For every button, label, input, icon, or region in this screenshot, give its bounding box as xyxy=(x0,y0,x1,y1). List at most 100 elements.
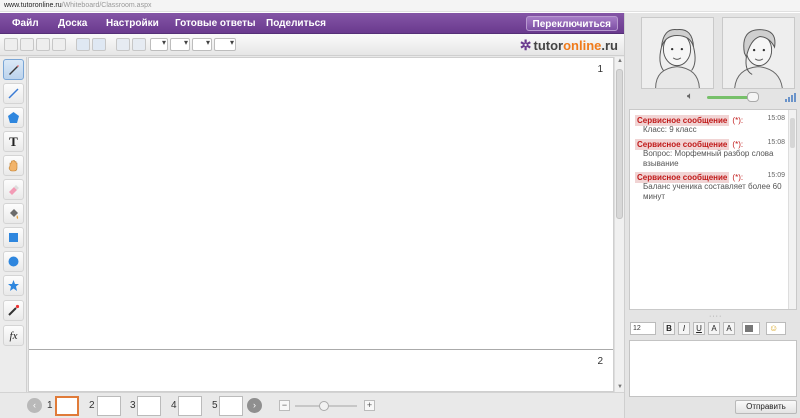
message-time: 15:08 xyxy=(767,139,785,146)
square-tool[interactable] xyxy=(3,227,24,248)
menu-settings[interactable]: Настройки xyxy=(106,13,159,34)
message-text: Баланс ученика составляет более 60 минут xyxy=(643,182,782,201)
laser-pointer-icon xyxy=(8,304,20,316)
logo-mark-icon: ✲ xyxy=(519,37,532,53)
address-bar[interactable]: www.tutoronline.ru/Whiteboard/Classroom.… xyxy=(0,0,800,12)
send-button[interactable]: Отправить xyxy=(735,400,797,414)
student-avatar xyxy=(641,17,714,89)
formula-tool[interactable]: fx xyxy=(3,325,24,346)
switch-button[interactable]: Переключиться xyxy=(525,16,618,31)
superscript-button[interactable]: A xyxy=(708,322,720,335)
drawing-tools: T fx xyxy=(0,57,27,418)
chat-message: Сервисное сообщение (*): 15:08 Вопрос: Мо… xyxy=(635,139,785,168)
chat-format-toolbar: 12 B I U A A ☺ xyxy=(625,320,800,338)
smiley-icon: ☺ xyxy=(769,323,779,333)
tutor-avatar xyxy=(722,17,795,89)
italic-button[interactable]: I xyxy=(678,322,690,335)
fill-color-dropdown[interactable] xyxy=(150,38,168,51)
hand-tool[interactable] xyxy=(3,155,24,176)
chat-panel: 🔈︎ Сервисное сообщение (*): 15:08 Класс: … xyxy=(624,13,800,418)
underline-button[interactable]: U xyxy=(693,322,705,335)
page-separator xyxy=(29,349,613,350)
prev-page-icon[interactable]: ‹ xyxy=(27,398,42,413)
menu-board[interactable]: Доска xyxy=(58,13,87,34)
page-thumb-1[interactable] xyxy=(55,396,79,416)
send-back-icon[interactable] xyxy=(132,38,146,51)
copy-icon[interactable] xyxy=(36,38,50,51)
eraser-icon xyxy=(9,185,19,195)
color-swatch-icon xyxy=(745,325,753,332)
whiteboard-canvas[interactable]: 1 2 xyxy=(28,57,614,392)
line-tool[interactable] xyxy=(3,83,24,104)
line-style-dropdown[interactable] xyxy=(214,38,236,51)
page-thumb-number: 5 xyxy=(212,400,218,411)
message-time: 15:08 xyxy=(767,115,785,122)
page-thumb-number: 1 xyxy=(47,400,53,411)
zoom-out-button[interactable]: − xyxy=(279,400,290,411)
menu-ready-answers[interactable]: Готовые ответы xyxy=(175,13,256,34)
pentagon-tool[interactable] xyxy=(3,107,24,128)
eraser-tool[interactable] xyxy=(3,179,24,200)
chat-message: Сервисное сообщение (*): 15:08 Класс: 9 к… xyxy=(635,115,785,134)
line-width-dropdown[interactable] xyxy=(192,38,212,51)
pen-color-dropdown[interactable] xyxy=(170,38,190,51)
page-thumb-2[interactable] xyxy=(97,396,121,416)
next-page-icon[interactable]: › xyxy=(247,398,262,413)
chat-message: Сервисное сообщение (*): 15:09 Баланс уче… xyxy=(635,172,785,201)
bring-front-icon[interactable] xyxy=(116,38,130,51)
page-1-number: 1 xyxy=(597,64,603,75)
laser-pointer-tool[interactable] xyxy=(3,300,24,321)
pentagon-icon xyxy=(8,112,19,123)
text-tool[interactable]: T xyxy=(3,131,24,152)
zoom-slider[interactable] xyxy=(295,401,357,411)
board-scrollbar[interactable]: ▲ ▼ xyxy=(614,57,624,392)
delete-icon[interactable] xyxy=(4,38,18,51)
page-navigator: ‹ 1 2 3 4 5 › − + xyxy=(0,392,624,418)
undo-icon[interactable] xyxy=(76,38,90,51)
fill-tool[interactable] xyxy=(3,203,24,224)
paste-icon[interactable] xyxy=(52,38,66,51)
tutor-portrait-icon xyxy=(734,29,783,89)
pencil-tool[interactable] xyxy=(3,59,24,80)
zoom-in-button[interactable]: + xyxy=(364,400,375,411)
page-thumb-number: 3 xyxy=(130,400,136,411)
chat-log: Сервисное сообщение (*): 15:08 Класс: 9 к… xyxy=(629,109,797,310)
subscript-button[interactable]: A xyxy=(723,322,735,335)
chat-scroll-thumb[interactable] xyxy=(790,118,795,148)
page-thumb-4[interactable] xyxy=(178,396,202,416)
text-color-picker[interactable] xyxy=(742,322,760,335)
bold-button[interactable]: B xyxy=(663,322,675,335)
scroll-thumb[interactable] xyxy=(616,69,623,219)
emoji-button[interactable]: ☺ xyxy=(766,322,786,335)
tutoronline-logo: ✲ tutoronline.ru xyxy=(519,37,618,53)
cut-icon[interactable] xyxy=(20,38,34,51)
volume-slider-knob[interactable] xyxy=(747,92,759,102)
edit-toolbar: ✲tutoronline.ru xyxy=(0,34,624,56)
message-text: Вопрос: Морфемный разбор слова взывание xyxy=(643,149,774,168)
url-path: /Whiteboard/Classroom.aspx xyxy=(61,2,152,9)
pencil-icon xyxy=(9,65,19,75)
zoom-slider-knob[interactable] xyxy=(319,401,329,411)
line-icon xyxy=(8,88,19,99)
whiteboard-area: Файл Доска Настройки Готовые ответы Поде… xyxy=(0,13,624,418)
message-time: 15:09 xyxy=(767,172,785,179)
redo-icon[interactable] xyxy=(92,38,106,51)
circle-icon xyxy=(8,256,19,267)
chat-message-input[interactable] xyxy=(629,340,797,397)
chat-scrollbar[interactable] xyxy=(788,110,796,309)
menu-share[interactable]: Поделиться xyxy=(266,13,326,34)
menu-file[interactable]: Файл xyxy=(12,13,39,34)
font-size-select[interactable]: 12 xyxy=(630,322,656,335)
page-thumb-3[interactable] xyxy=(137,396,161,416)
url-host: www.tutoronline.ru xyxy=(4,2,62,9)
hand-icon xyxy=(8,160,18,172)
star-tool[interactable] xyxy=(3,275,24,296)
circle-tool[interactable] xyxy=(3,251,24,272)
fill-icon xyxy=(10,209,19,219)
message-text: Класс: 9 класс xyxy=(643,125,697,134)
square-icon xyxy=(9,233,18,242)
speaker-icon[interactable]: 🔈︎ xyxy=(687,91,693,102)
page-thumb-number: 2 xyxy=(89,400,95,411)
resize-grip-icon[interactable]: ···· xyxy=(709,313,722,320)
page-thumb-5[interactable] xyxy=(219,396,243,416)
